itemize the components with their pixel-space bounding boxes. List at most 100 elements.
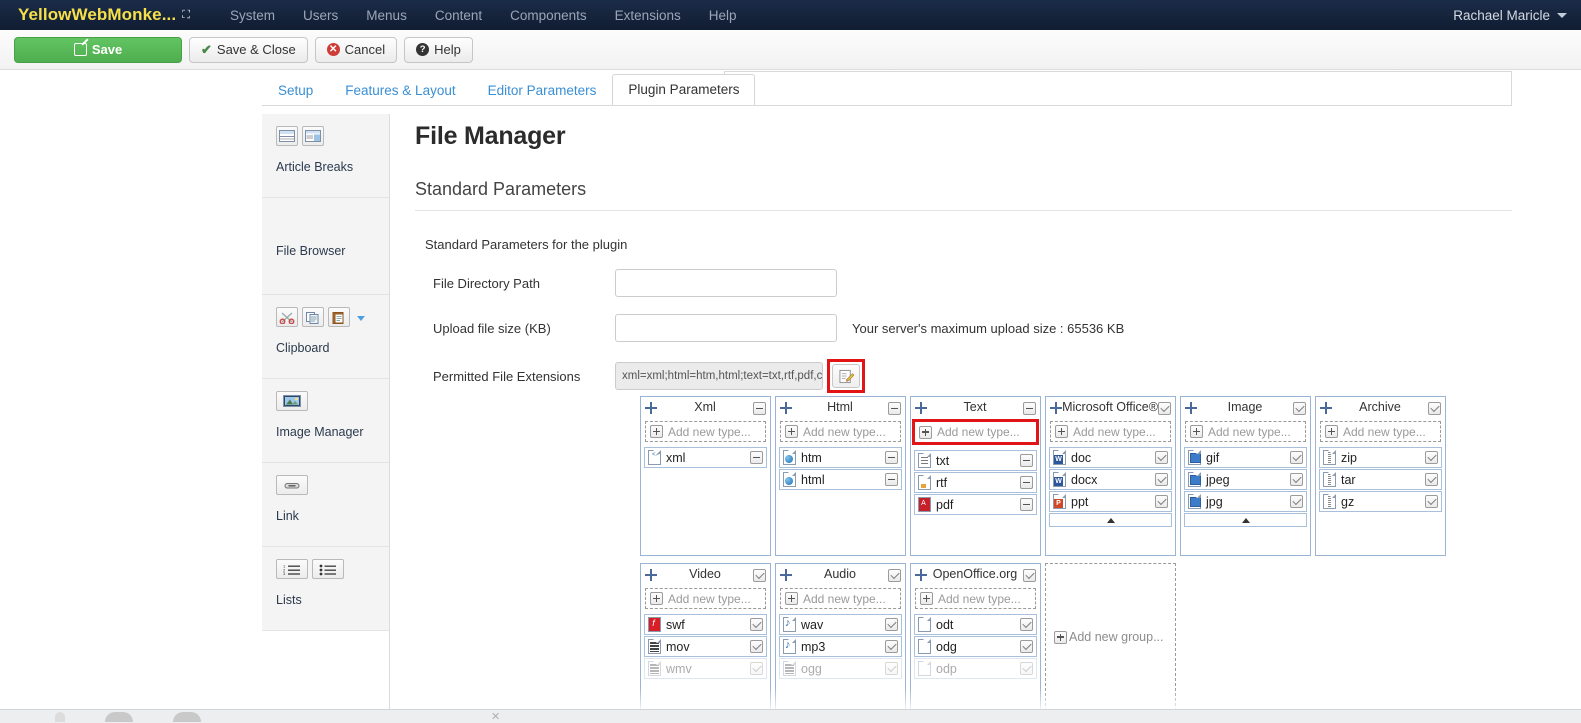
file-directory-path-input[interactable] (615, 269, 837, 297)
remove-type-button[interactable] (750, 451, 763, 464)
add-new-type-button[interactable]: Add new type... (915, 588, 1036, 609)
scroll-up-button[interactable] (1184, 513, 1307, 527)
type-enabled-checkbox[interactable] (1290, 451, 1303, 464)
add-new-type-button[interactable]: Add new type... (1050, 421, 1171, 442)
add-new-type-button[interactable]: Add new type... (780, 588, 901, 609)
group-enabled-checkbox[interactable] (1158, 402, 1171, 415)
add-new-type-button[interactable]: Add new type... (912, 419, 1039, 445)
type-enabled-checkbox[interactable] (885, 640, 898, 653)
file-type-row[interactable]: xml (644, 447, 767, 468)
file-type-row[interactable]: odp (914, 658, 1037, 679)
type-enabled-checkbox[interactable] (750, 618, 763, 631)
file-type-row[interactable]: txt (914, 450, 1037, 471)
file-type-row[interactable]: jpg (1184, 491, 1307, 512)
tab-features-layout[interactable]: Features & Layout (329, 75, 471, 106)
group-enabled-checkbox[interactable] (888, 569, 901, 582)
type-enabled-checkbox[interactable] (1020, 640, 1033, 653)
page-break-icon[interactable] (276, 126, 298, 146)
move-handle-icon[interactable] (780, 402, 792, 414)
add-new-type-button[interactable]: Add new type... (645, 421, 766, 442)
sidebar-item-image-manager[interactable]: Image Manager (262, 379, 389, 463)
remove-type-button[interactable] (885, 451, 898, 464)
group-remove-button[interactable] (888, 402, 901, 415)
file-type-row[interactable]: swf (644, 614, 767, 635)
unordered-list-icon[interactable] (312, 559, 344, 579)
external-link-icon[interactable]: ⛶ (182, 9, 190, 22)
menu-item-users[interactable]: Users (289, 4, 352, 27)
move-handle-icon[interactable] (1320, 402, 1332, 414)
file-type-row[interactable]: wav (779, 614, 902, 635)
menu-item-system[interactable]: System (216, 4, 289, 27)
file-type-row[interactable]: docx (1049, 469, 1172, 490)
file-type-row[interactable]: mp3 (779, 636, 902, 657)
move-handle-icon[interactable] (780, 569, 792, 581)
tab-plugin-parameters[interactable]: Plugin Parameters (612, 74, 756, 106)
add-new-type-button[interactable]: Add new type... (645, 588, 766, 609)
cut-scissors-icon[interactable] (276, 307, 298, 327)
file-type-row[interactable]: odt (914, 614, 1037, 635)
taskbar-close-icon[interactable]: ✕ (491, 710, 500, 723)
type-enabled-checkbox[interactable] (1290, 473, 1303, 486)
brand-logo[interactable]: YellowWebMonke... ⛶ (18, 5, 190, 25)
type-enabled-checkbox[interactable] (1155, 495, 1168, 508)
cancel-button[interactable]: ✕ Cancel (314, 36, 398, 63)
remove-type-button[interactable] (1020, 476, 1033, 489)
type-enabled-checkbox[interactable] (885, 618, 898, 631)
taskbar-item-2[interactable] (105, 711, 133, 722)
file-type-row[interactable]: ogg (779, 658, 902, 679)
type-enabled-checkbox[interactable] (1155, 451, 1168, 464)
sidebar-item-lists[interactable]: 1 2 3 Lists (262, 547, 389, 631)
file-type-row[interactable]: jpeg (1184, 469, 1307, 490)
type-enabled-checkbox[interactable] (1020, 618, 1033, 631)
file-type-row[interactable]: wmv (644, 658, 767, 679)
file-type-row[interactable]: gif (1184, 447, 1307, 468)
move-handle-icon[interactable] (645, 402, 657, 414)
paste-icon[interactable] (328, 307, 350, 327)
file-type-row[interactable]: htm (779, 447, 902, 468)
group-enabled-checkbox[interactable] (753, 569, 766, 582)
type-enabled-checkbox[interactable] (1425, 495, 1438, 508)
file-type-row[interactable]: zip (1319, 447, 1442, 468)
group-remove-button[interactable] (1023, 402, 1036, 415)
edit-extensions-button[interactable] (832, 364, 860, 388)
add-new-type-button[interactable]: Add new type... (1320, 421, 1441, 442)
sidebar-item-link[interactable]: Link (262, 463, 389, 547)
menu-item-menus[interactable]: Menus (352, 4, 421, 27)
type-enabled-checkbox[interactable] (1425, 451, 1438, 464)
copy-icon[interactable] (302, 307, 324, 327)
sidebar-item-file-browser[interactable]: File Browser (262, 198, 389, 295)
file-type-row[interactable]: odg (914, 636, 1037, 657)
group-enabled-checkbox[interactable] (1023, 569, 1036, 582)
add-new-type-button[interactable]: Add new type... (780, 421, 901, 442)
file-type-row[interactable]: gz (1319, 491, 1442, 512)
type-enabled-checkbox[interactable] (1290, 495, 1303, 508)
add-new-group-button[interactable]: Add new group... (1045, 563, 1176, 711)
move-handle-icon[interactable] (915, 402, 927, 414)
menu-item-extensions[interactable]: Extensions (601, 4, 695, 27)
group-enabled-checkbox[interactable] (1428, 402, 1441, 415)
move-handle-icon[interactable] (1050, 402, 1062, 414)
sidebar-item-article-breaks[interactable]: Article Breaks (262, 114, 389, 198)
file-type-row[interactable]: mov (644, 636, 767, 657)
ordered-list-icon[interactable]: 123 (276, 559, 308, 579)
pagebreak-layout-icon[interactable] (302, 126, 324, 146)
paste-dropdown-icon[interactable] (354, 307, 368, 327)
file-type-row[interactable]: doc (1049, 447, 1172, 468)
upload-file-size-input[interactable] (615, 314, 837, 342)
file-type-row[interactable]: ppt (1049, 491, 1172, 512)
scroll-up-button[interactable] (1049, 513, 1172, 527)
remove-type-button[interactable] (1020, 498, 1033, 511)
save-button[interactable]: Save (14, 36, 182, 63)
link-icon[interactable] (276, 475, 308, 495)
type-enabled-checkbox[interactable] (885, 662, 898, 675)
group-enabled-checkbox[interactable] (1293, 402, 1306, 415)
type-enabled-checkbox[interactable] (750, 640, 763, 653)
taskbar-item-1[interactable] (55, 711, 65, 722)
move-handle-icon[interactable] (915, 569, 927, 581)
menu-item-content[interactable]: Content (421, 4, 496, 27)
file-type-row[interactable]: tar (1319, 469, 1442, 490)
type-enabled-checkbox[interactable] (1425, 473, 1438, 486)
type-enabled-checkbox[interactable] (750, 662, 763, 675)
move-handle-icon[interactable] (1185, 402, 1197, 414)
user-menu[interactable]: Rachael Maricle (1453, 0, 1567, 30)
